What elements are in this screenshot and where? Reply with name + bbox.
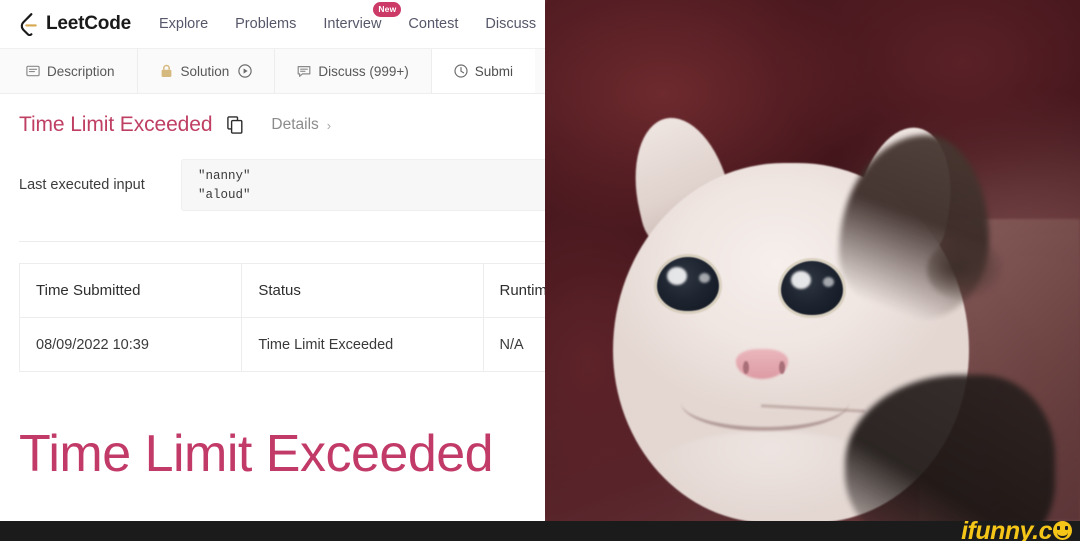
last-executed-input-label: Last executed input bbox=[19, 177, 145, 193]
tab-description-label: Description bbox=[47, 63, 115, 79]
tab-solution-label: Solution bbox=[180, 63, 230, 79]
tab-submissions[interactable]: Submi bbox=[431, 49, 536, 93]
problem-tab-strip: Description Solution Discuss (999+) Subm… bbox=[0, 49, 545, 94]
nav-link-interview-label: Interview bbox=[323, 16, 382, 32]
nav-link-contest-label: Contest bbox=[408, 16, 459, 32]
bottom-black-bar: ifunny.c bbox=[0, 519, 1080, 541]
tab-solution[interactable]: Solution bbox=[138, 49, 276, 93]
lock-icon bbox=[160, 64, 174, 78]
result-status-text: Time Limit Exceeded bbox=[19, 113, 213, 136]
column-header-status: Status bbox=[241, 263, 484, 318]
meme-image-overlay bbox=[545, 0, 1080, 521]
leetcode-logo[interactable]: LeetCode bbox=[18, 12, 131, 37]
nav-link-explore[interactable]: Explore bbox=[159, 16, 208, 32]
tab-discuss[interactable]: Discuss (999+) bbox=[275, 49, 432, 93]
ifunny-watermark-text: ifunny.c bbox=[961, 517, 1052, 541]
awkward-smiling-cat bbox=[585, 108, 1055, 521]
tab-discuss-label: Discuss (999+) bbox=[318, 63, 409, 79]
smiley-o-icon bbox=[1053, 521, 1072, 540]
cell-time-submitted: 08/09/2022 10:39 bbox=[18, 317, 243, 372]
cat-eye-left bbox=[657, 257, 719, 311]
nav-link-problems[interactable]: Problems bbox=[235, 16, 296, 32]
cat-eye-right bbox=[781, 261, 843, 315]
play-circle-icon bbox=[238, 64, 253, 78]
tab-description[interactable]: Description bbox=[0, 49, 138, 93]
cat-nostril-right bbox=[779, 361, 785, 374]
comment-icon bbox=[297, 64, 311, 78]
details-link-label: Details bbox=[271, 116, 319, 133]
screenshot-root: LeetCode Explore Problems Interview New … bbox=[0, 0, 1080, 541]
nav-links: Explore Problems Interview New Contest D… bbox=[159, 2, 536, 32]
nav-link-contest[interactable]: Contest bbox=[408, 16, 458, 32]
cat-dark-patch-secondary bbox=[927, 239, 1005, 301]
chevron-right-icon: › bbox=[326, 117, 332, 133]
details-link[interactable]: Details › bbox=[271, 116, 331, 134]
nav-link-interview[interactable]: Interview New bbox=[323, 2, 402, 32]
cell-status[interactable]: Time Limit Exceeded bbox=[241, 317, 484, 372]
nav-link-discuss[interactable]: Discuss bbox=[485, 16, 536, 32]
tab-submissions-label: Submi bbox=[474, 63, 514, 79]
copy-icon[interactable] bbox=[225, 114, 245, 136]
nav-link-problems-label: Problems bbox=[235, 16, 297, 32]
leetcode-logo-text: LeetCode bbox=[46, 13, 131, 34]
ifunny-watermark: ifunny.c bbox=[961, 519, 1072, 541]
description-icon bbox=[26, 64, 40, 78]
leetcode-logo-icon bbox=[18, 12, 40, 37]
nav-link-explore-label: Explore bbox=[158, 16, 209, 32]
column-header-time-submitted: Time Submitted bbox=[18, 263, 243, 318]
new-badge: New bbox=[373, 2, 402, 17]
nav-link-discuss-label: Discuss bbox=[485, 16, 537, 32]
cat-nostril-left bbox=[743, 361, 749, 374]
clock-icon bbox=[454, 64, 468, 78]
